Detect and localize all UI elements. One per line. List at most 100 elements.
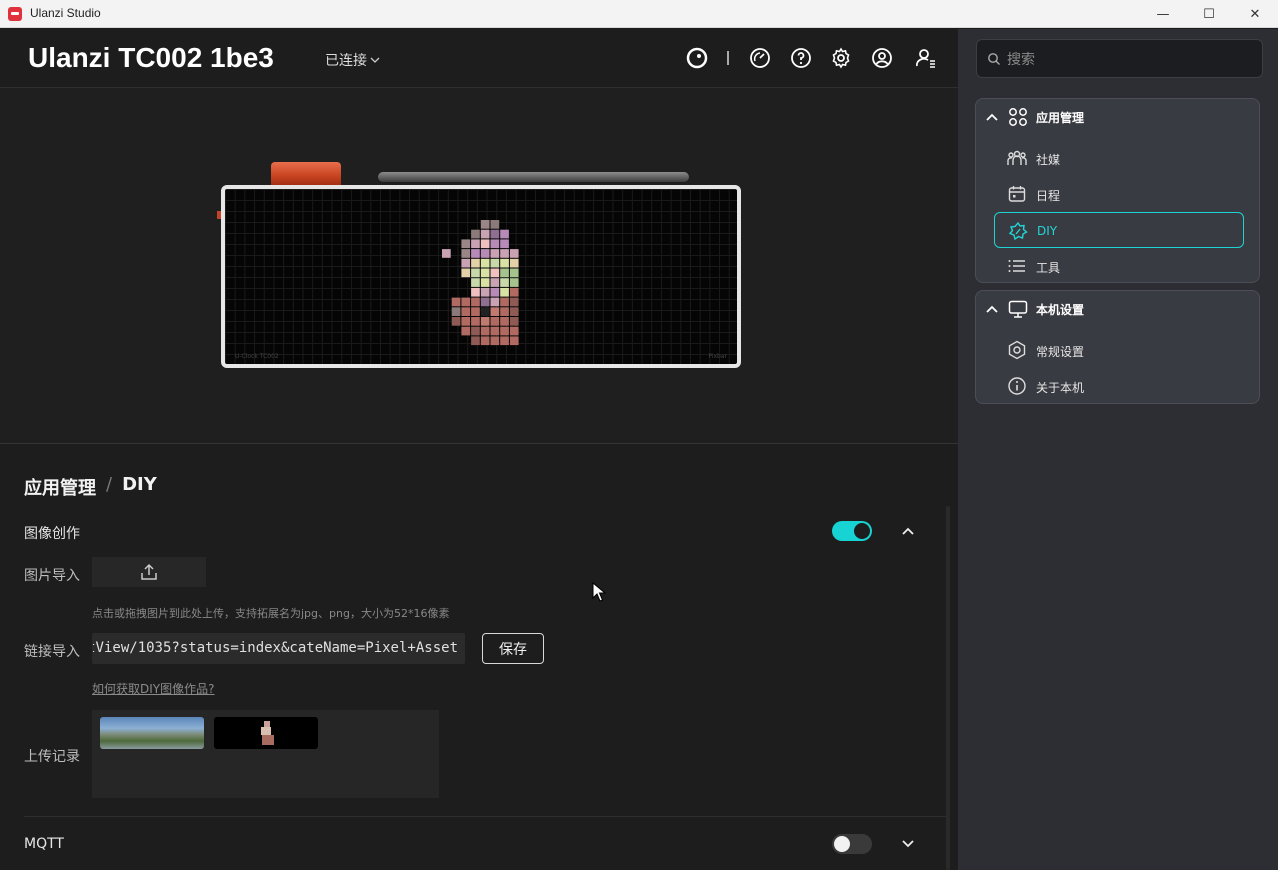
- breadcrumb-parent[interactable]: 应用管理: [24, 474, 96, 500]
- header-divider: [727, 51, 729, 65]
- clock-model-label: U-Clock TC002: [235, 353, 279, 360]
- connection-status-dropdown[interactable]: 已连接: [325, 50, 381, 70]
- chevron-up-icon[interactable]: [900, 523, 916, 539]
- pixel-cell: [451, 317, 461, 326]
- sidebar-item-label: 常规设置: [1036, 345, 1085, 359]
- pixel-cell: [471, 297, 480, 307]
- pixel-cell: [490, 307, 500, 316]
- pixel-cell: [471, 239, 480, 249]
- pixel-cell: [461, 297, 471, 307]
- main-scrollbar[interactable]: [946, 506, 950, 870]
- image-upload-dropzone[interactable]: [92, 557, 206, 587]
- sidebar-item-label: DIY: [1037, 224, 1058, 238]
- pixel-cell: [490, 287, 500, 297]
- diy-help-link[interactable]: 如何获取DIY图像作品?: [92, 680, 214, 697]
- sidebar-item-label: 关于本机: [1036, 381, 1085, 395]
- sidebar-item-social[interactable]: 社媒: [994, 140, 1244, 176]
- brand-logo-icon[interactable]: [685, 46, 709, 70]
- account-icon[interactable]: [870, 46, 894, 70]
- pixel-cell: [480, 297, 490, 307]
- pixel-cell: [500, 229, 509, 239]
- monitor-icon: [1008, 300, 1028, 318]
- minimize-button[interactable]: —: [1140, 0, 1186, 28]
- breadcrumb-current: DIY: [122, 474, 157, 495]
- connection-status-label: 已连接: [325, 53, 367, 69]
- pixel-cell: [500, 307, 509, 316]
- pixel-cell: [500, 268, 509, 278]
- pixel-cell: [461, 249, 471, 258]
- mouse-cursor-icon: [592, 582, 606, 602]
- user-manage-icon[interactable]: [914, 46, 938, 70]
- pixel-cell: [490, 239, 500, 249]
- pixel-cell: [490, 336, 500, 346]
- pixel-cell: [509, 326, 519, 336]
- search-input[interactable]: 搜索: [976, 39, 1263, 78]
- list-icon: [1008, 260, 1025, 272]
- close-button[interactable]: ✕: [1232, 0, 1278, 28]
- pixel-cell: [509, 317, 519, 326]
- history-thumbnail-landscape[interactable]: [100, 717, 204, 749]
- chevron-down-icon[interactable]: [900, 836, 916, 852]
- group-header-app-management[interactable]: 应用管理: [976, 99, 1259, 135]
- clock-brand-label: Pixbar: [708, 353, 727, 360]
- pixel-cell: [500, 258, 509, 268]
- pixel-cell: [471, 258, 480, 268]
- sidebar-item-tools[interactable]: 工具: [994, 248, 1244, 284]
- pixel-cell: [500, 297, 509, 307]
- pixel-cell: [480, 220, 490, 229]
- settings-icon[interactable]: [829, 46, 853, 70]
- diy-icon: [1008, 221, 1028, 241]
- save-button[interactable]: 保存: [482, 633, 544, 664]
- pixel-cell: [461, 239, 471, 249]
- link-import-input[interactable]: ontentView/1035?status=index&cateName=Pi…: [92, 633, 465, 664]
- pixel-cell: [509, 258, 519, 268]
- apps-grid-icon: [1009, 108, 1027, 126]
- sidebar-item-label: 社媒: [1036, 153, 1061, 167]
- help-icon[interactable]: [789, 46, 813, 70]
- device-name: Ulanzi TC002 1be3: [28, 42, 274, 73]
- image-creation-toggle[interactable]: [832, 521, 872, 541]
- window-titlebar: Ulanzi Studio — ☐ ✕: [0, 0, 1278, 28]
- pixel-cell: [490, 297, 500, 307]
- pixel-cell: [471, 268, 480, 278]
- link-import-label: 链接导入: [24, 644, 80, 660]
- people-icon: [1007, 150, 1027, 165]
- sidebar-item-general-settings[interactable]: 常规设置: [994, 332, 1244, 368]
- image-import-label: 图片导入: [24, 568, 80, 584]
- pixel-cell: [480, 326, 490, 336]
- pixel-cell: [480, 287, 490, 297]
- sidebar-item-schedule[interactable]: 日程: [994, 176, 1244, 212]
- app-logo-icon: [8, 7, 22, 21]
- pixel-cell: [480, 229, 490, 239]
- pixel-art-image: [442, 220, 519, 346]
- pixel-cell: [490, 268, 500, 278]
- group-header-device-settings[interactable]: 本机设置: [976, 291, 1259, 327]
- pixel-cell: [490, 278, 500, 287]
- pixel-cell: [490, 220, 500, 229]
- history-thumbnail-pixel[interactable]: [214, 717, 318, 749]
- pixel-cell: [480, 278, 490, 287]
- sidebar-item-diy[interactable]: DIY: [994, 212, 1244, 248]
- chevron-up-icon: [986, 113, 998, 121]
- upload-hint: 点击或拖拽图片到此处上传，支持拓展名为jpg、png，大小为52*16像素: [92, 607, 450, 620]
- dashboard-icon[interactable]: [748, 46, 772, 70]
- section-divider: [24, 816, 946, 817]
- info-icon: [1008, 377, 1026, 395]
- pixel-cell: [451, 297, 461, 307]
- upload-history: [92, 710, 439, 798]
- chevron-up-icon: [986, 305, 998, 313]
- pixel-cell: [500, 326, 509, 336]
- sidebar-group-app-management: 应用管理 社媒 日程 DIY 工具: [975, 98, 1260, 283]
- pixel-cell: [509, 287, 519, 297]
- pixel-cell: [509, 278, 519, 287]
- mqtt-toggle[interactable]: [832, 834, 872, 854]
- pixel-cell: [461, 268, 471, 278]
- sidebar-item-about-device[interactable]: 关于本机: [994, 368, 1244, 404]
- maximize-button[interactable]: ☐: [1186, 0, 1232, 28]
- calendar-icon: [1008, 186, 1026, 202]
- window-title: Ulanzi Studio: [30, 6, 101, 20]
- pixel-cell: [500, 336, 509, 346]
- pixel-cell: [461, 317, 471, 326]
- sidebar-group-device-settings: 本机设置 常规设置 关于本机: [975, 290, 1260, 404]
- pixel-cell: [471, 287, 480, 297]
